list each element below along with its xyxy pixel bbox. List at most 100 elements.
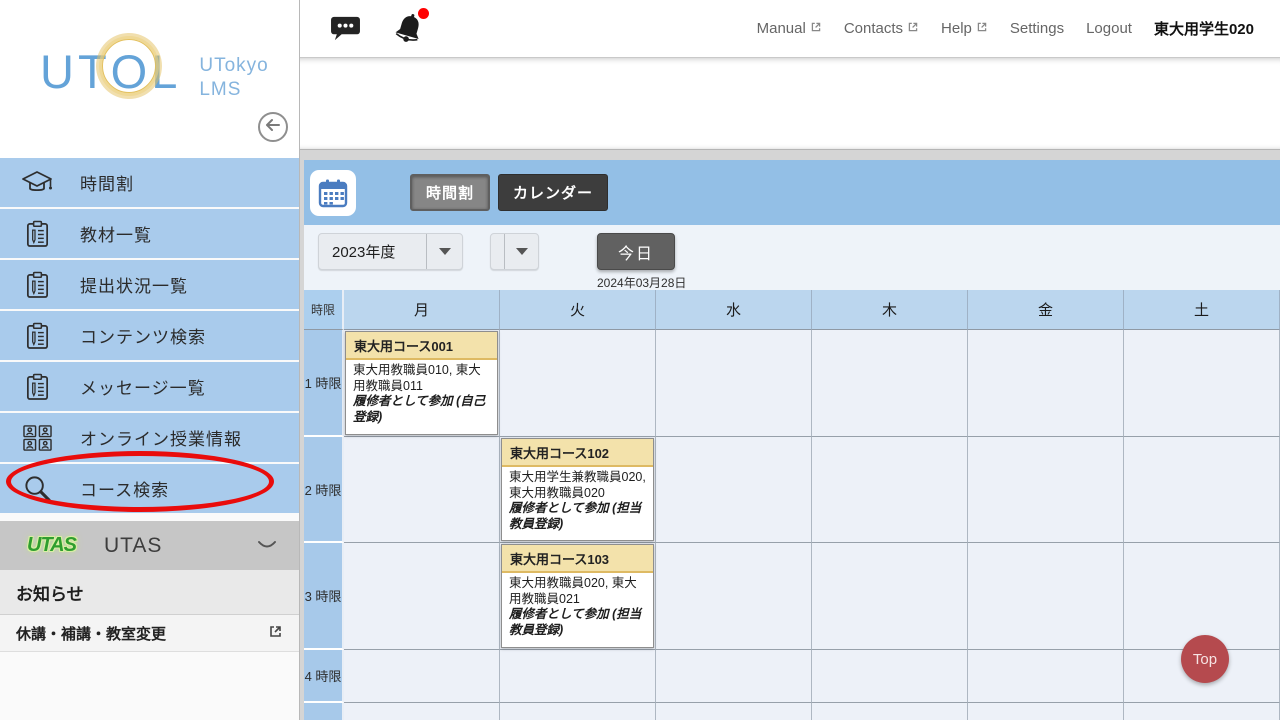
sidebar-nav: 時間割 教材一覧 提出状況一覧 コンテンツ検索 [0,158,299,513]
arrow-left-icon [265,118,281,137]
sidebar-item-timetable[interactable]: 時間割 [0,158,299,207]
period-row-2: 2 時限 東大用コース102 東大用学生兼教職員020, 東大用教職員020 履… [304,437,1280,543]
link-help[interactable]: Help [941,20,988,37]
period-row-1: 1 時限 東大用コース001 東大用教職員010, 東大用教職員011 履修者と… [304,330,1280,437]
sidebar-item-online-class-info[interactable]: オンライン授業情報 [0,413,299,462]
link-logout[interactable]: Logout [1086,20,1132,37]
course-title[interactable]: 東大用コース001 [346,332,497,360]
logo-text: UTOL [40,48,181,95]
cell-tue-3: 東大用コース103 東大用教職員020, 東大用教職員021 履修者として参加 … [500,543,656,650]
cell-wed-2 [656,437,812,543]
course-card[interactable]: 東大用コース001 東大用教職員010, 東大用教職員011 履修者として参加 … [345,331,498,435]
clipboard-icon [20,220,54,248]
cell-thu-5 [812,703,968,720]
chevron-down-icon [426,234,462,269]
course-title[interactable]: 東大用コース102 [502,439,653,467]
sidebar-item-submissions[interactable]: 提出状況一覧 [0,260,299,309]
cell-fri-4 [968,650,1124,703]
messages-icon[interactable] [330,15,361,42]
notification-badge [418,8,429,19]
cell-thu-4 [812,650,968,703]
course-card[interactable]: 東大用コース102 東大用学生兼教職員020, 東大用教職員020 履修者として… [501,438,654,541]
period-label: 4 時限 [304,650,344,703]
course-instructors: 東大用教職員020, 東大用教職員021 [509,576,637,606]
topbar-icons [300,11,427,47]
utas-logo: UTAS [27,534,76,557]
term-dropdown[interactable] [490,233,539,270]
clipboard-icon [20,373,54,401]
day-header-mon: 月 [344,290,500,330]
course-card[interactable]: 東大用コース103 東大用教職員020, 東大用教職員021 履修者として参加 … [501,544,654,648]
external-link-icon [976,20,988,37]
cell-tue-1 [500,330,656,437]
course-instructors: 東大用教職員010, 東大用教職員011 [353,363,481,393]
link-settings[interactable]: Settings [1010,20,1064,37]
sidebar-item-utas[interactable]: UTAS UTAS [0,521,299,570]
course-title[interactable]: 東大用コース103 [502,545,653,573]
notifications-bell-icon[interactable] [391,11,427,47]
logo-part-l: L [151,45,181,98]
course-participation: 履修者として参加 (担当教員登録) [509,607,646,638]
sidebar: UTOL UTokyoLMS 時間割 教材一覧 [0,0,300,720]
link-manual[interactable]: Manual [757,20,822,37]
search-icon [20,474,54,503]
day-header-thu: 木 [812,290,968,330]
period-row-4: 4 時限 [304,650,1280,703]
graduation-cap-icon [20,169,54,196]
cell-tue-2: 東大用コース102 東大用学生兼教職員020, 東大用教職員020 履修者として… [500,437,656,543]
clipboard-icon [20,322,54,350]
today-button[interactable]: 今日 [597,233,675,270]
sidebar-item-materials[interactable]: 教材一覧 [0,209,299,258]
news-link-class-changes[interactable]: 休講・補講・教室変更 [0,615,299,652]
view-switch-band: 時間割 カレンダー [304,160,1280,225]
timetable-grid: 時限 月 火 水 木 金 土 1 時限 東大用コース001 東大用教 [304,290,1280,720]
course-body: 東大用教職員010, 東大用教職員011 履修者として参加 (自己登録) [346,360,497,429]
sidebar-collapse-button[interactable] [258,112,288,142]
calendar-icon[interactable] [310,170,356,216]
cell-sat-1 [1124,330,1280,437]
link-contacts[interactable]: Contacts [844,20,919,37]
utol-app-window: UTOL UTokyoLMS 時間割 教材一覧 [0,0,1280,720]
cell-sat-3 [1124,543,1280,650]
video-grid-icon [20,424,54,452]
sidebar-item-course-search[interactable]: コース検索 [0,464,299,513]
day-header-fri: 金 [968,290,1124,330]
day-header-wed: 水 [656,290,812,330]
logo-subtitle: UTokyoLMS [199,54,268,102]
chevron-down-icon [257,537,277,555]
course-instructors: 東大用学生兼教職員020, 東大用教職員020 [509,470,646,500]
cell-tue-4 [500,650,656,703]
cell-mon-4 [344,650,500,703]
course-body: 東大用教職員020, 東大用教職員021 履修者として参加 (担当教員登録) [502,573,653,642]
tab-timetable[interactable]: 時間割 [410,174,490,211]
cell-sat-5 [1124,703,1280,720]
period-row-5 [304,703,1280,720]
user-name: 東大用学生020 [1154,18,1254,39]
year-dropdown[interactable]: 2023年度 [318,233,463,270]
timetable-section: 時間割 カレンダー 2023年度 今日 2024年03月28日 時限 [300,150,1280,720]
timetable-header-row: 時限 月 火 水 木 金 土 [304,290,1280,330]
day-header-sat: 土 [1124,290,1280,330]
sidebar-item-messages[interactable]: メッセージ一覧 [0,362,299,411]
logo-part-o: O [111,48,152,95]
external-link-icon [810,20,822,37]
tab-calendar[interactable]: カレンダー [498,174,608,211]
cell-fri-2 [968,437,1124,543]
sidebar-item-label: 教材一覧 [80,221,152,246]
cell-wed-4 [656,650,812,703]
course-participation: 履修者として参加 (自己登録) [353,394,490,425]
sidebar-item-label: オンライン授業情報 [80,425,242,450]
course-body: 東大用学生兼教職員020, 東大用教職員020 履修者として参加 (担当教員登録… [502,467,653,536]
sidebar-item-content-search[interactable]: コンテンツ検索 [0,311,299,360]
utol-logo: UTOL UTokyoLMS [40,48,269,102]
course-participation: 履修者として参加 (担当教員登録) [509,501,646,532]
banner-panel [300,58,1280,150]
sidebar-item-label: 提出状況一覧 [80,272,188,297]
period-label: 1 時限 [304,330,344,437]
scroll-to-top-button[interactable]: Top [1181,635,1229,683]
cell-mon-5 [344,703,500,720]
sidebar-item-label: 時間割 [80,170,134,195]
period-label [304,703,344,720]
day-header-tue: 火 [500,290,656,330]
external-link-icon [907,20,919,37]
